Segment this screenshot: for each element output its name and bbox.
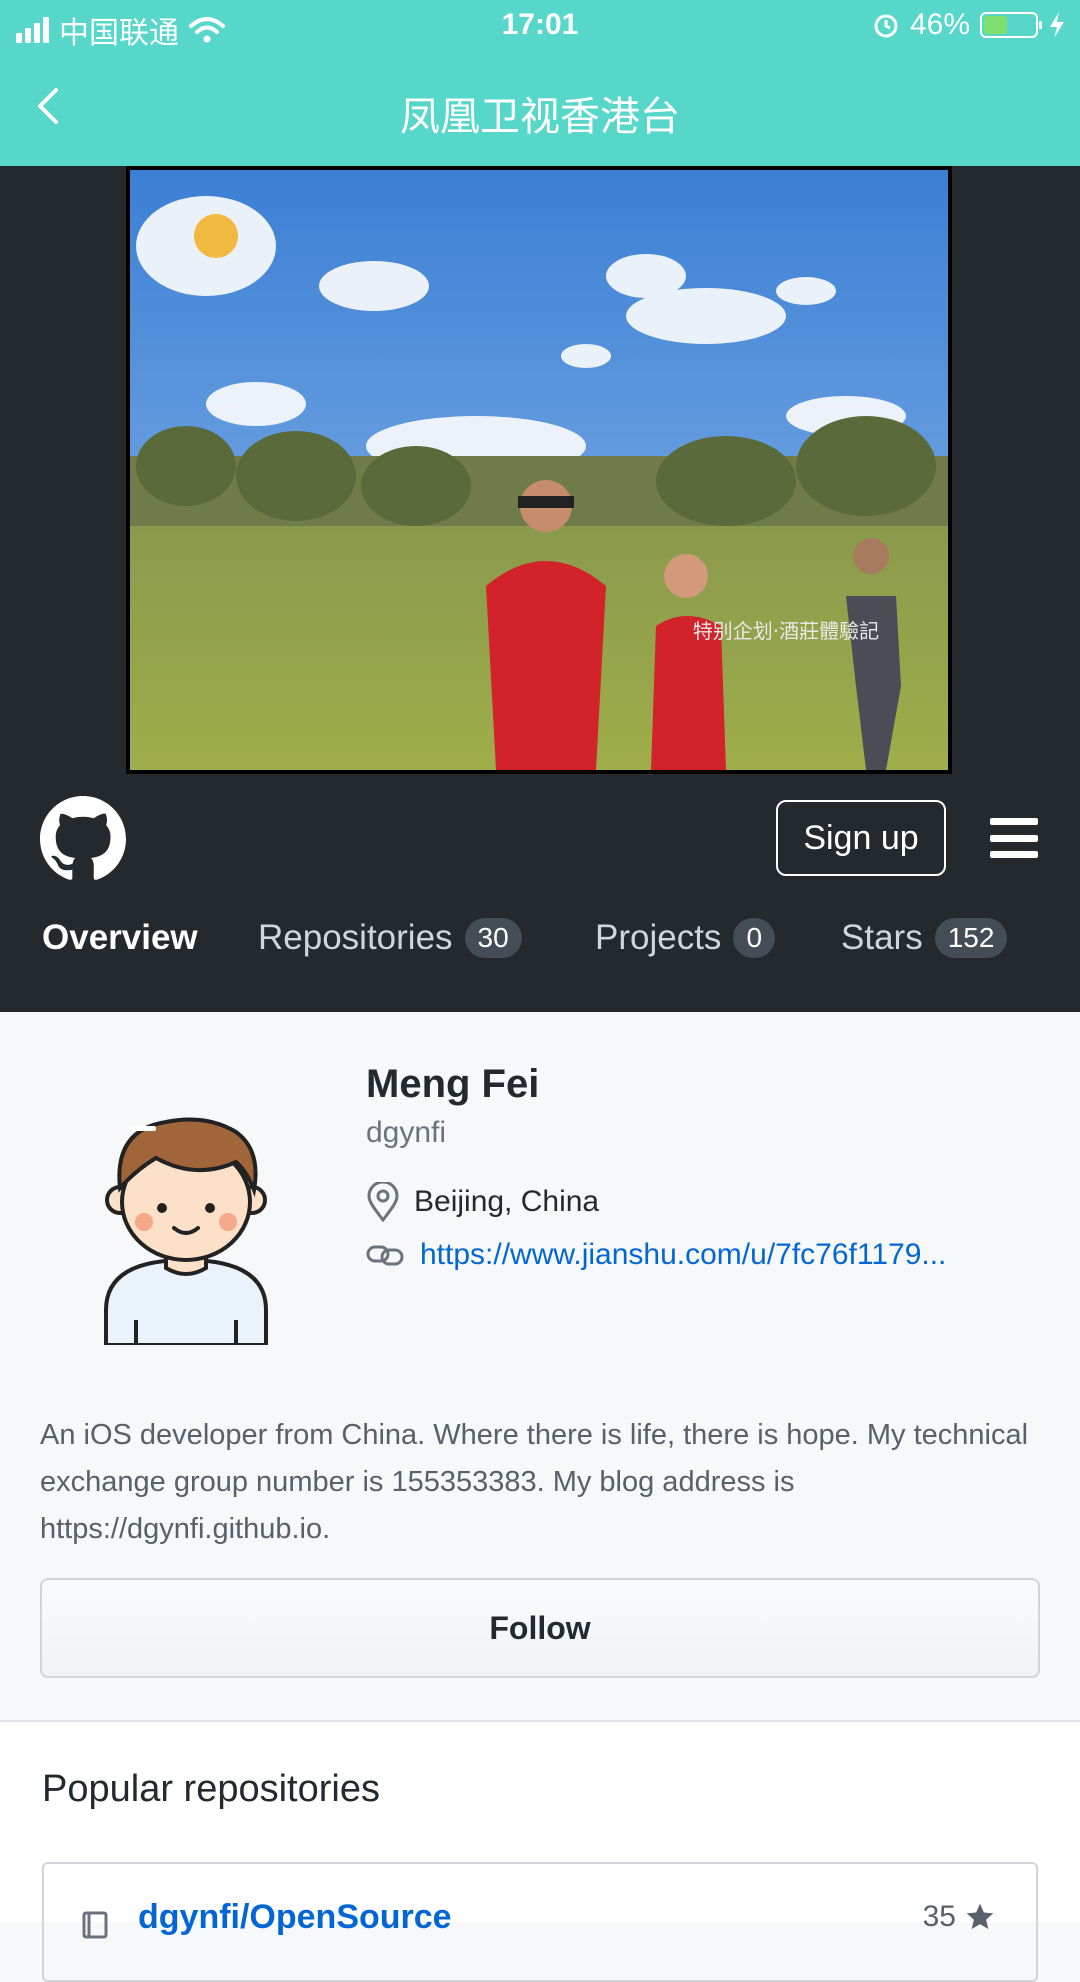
video-frame[interactable]: 特别企划·酒莊體驗記 xyxy=(126,166,952,774)
hamburger-menu-icon[interactable] xyxy=(990,818,1038,858)
location-text: Beijing, China xyxy=(414,1185,600,1218)
sign-up-button[interactable]: Sign up xyxy=(776,800,946,876)
github-header: Sign up Overview Repositories 30 Project… xyxy=(0,774,1080,1012)
alarm-icon xyxy=(874,14,898,38)
status-right: 46% xyxy=(872,8,1066,42)
tab-overview[interactable]: Overview xyxy=(42,918,198,958)
battery-icon xyxy=(980,12,1042,38)
repo-name[interactable]: dgynfi/OpenSource xyxy=(138,1898,452,1937)
profile-name: Meng Fei xyxy=(366,1062,540,1106)
profile-tabs: Overview Repositories 30 Projects 0 Star… xyxy=(0,904,1080,984)
link-icon xyxy=(366,1245,404,1266)
tab-label: Repositories xyxy=(258,918,453,957)
profile-bio: An iOS developer from China. Where there… xyxy=(40,1419,1029,1545)
location-pin-icon xyxy=(367,1182,399,1222)
tab-projects[interactable]: Projects 0 xyxy=(595,918,776,958)
profile-username: dgynfi xyxy=(366,1116,447,1149)
website-link[interactable]: https://www.jianshu.com/u/7fc76f1179... xyxy=(420,1238,946,1272)
app-header: 中国联通 17:01 46% 凤凰卫视香港台 xyxy=(0,0,1080,166)
repositories-count: 30 xyxy=(464,918,522,958)
tab-stars[interactable]: Stars 152 xyxy=(841,918,1008,958)
video-player[interactable]: 特别企划·酒莊體驗記 xyxy=(0,166,1080,774)
video-scene: 特别企划·酒莊體驗記 xyxy=(130,170,948,770)
popular-heading: Popular repositories xyxy=(42,1768,380,1810)
tab-label: Stars xyxy=(841,918,923,957)
battery-percent: 46% xyxy=(909,8,970,41)
repo-star-count: 35 xyxy=(922,1900,956,1933)
tab-label: Projects xyxy=(595,918,722,957)
profile-website[interactable]: https://www.jianshu.com/u/7fc76f1179... xyxy=(366,1238,946,1272)
repo-stars: 35 xyxy=(923,1900,996,1934)
repo-icon xyxy=(82,1911,108,1939)
profile-section: Meng Fei dgynfi Beijing, China https://w… xyxy=(0,1012,1080,1720)
tab-label: Overview xyxy=(42,918,198,957)
projects-count: 0 xyxy=(733,918,776,958)
tab-repositories[interactable]: Repositories 30 xyxy=(258,918,522,958)
github-logo-icon[interactable] xyxy=(40,796,126,882)
star-icon xyxy=(966,1903,994,1929)
charging-icon xyxy=(1050,12,1064,38)
stars-count: 152 xyxy=(934,918,1008,958)
page-title: 凤凰卫视香港台 xyxy=(400,95,680,139)
status-bar: 中国联通 17:01 46% xyxy=(0,0,1080,52)
avatar[interactable] xyxy=(96,1110,276,1345)
profile-location: Beijing, China xyxy=(366,1182,599,1222)
repo-card[interactable]: dgynfi/OpenSource 35 xyxy=(42,1862,1038,1982)
popular-repositories: Popular repositories dgynfi/OpenSource 3… xyxy=(0,1720,1080,1982)
video-caption: 特别企划·酒莊體驗記 xyxy=(693,619,879,643)
follow-button[interactable]: Follow xyxy=(40,1578,1040,1678)
